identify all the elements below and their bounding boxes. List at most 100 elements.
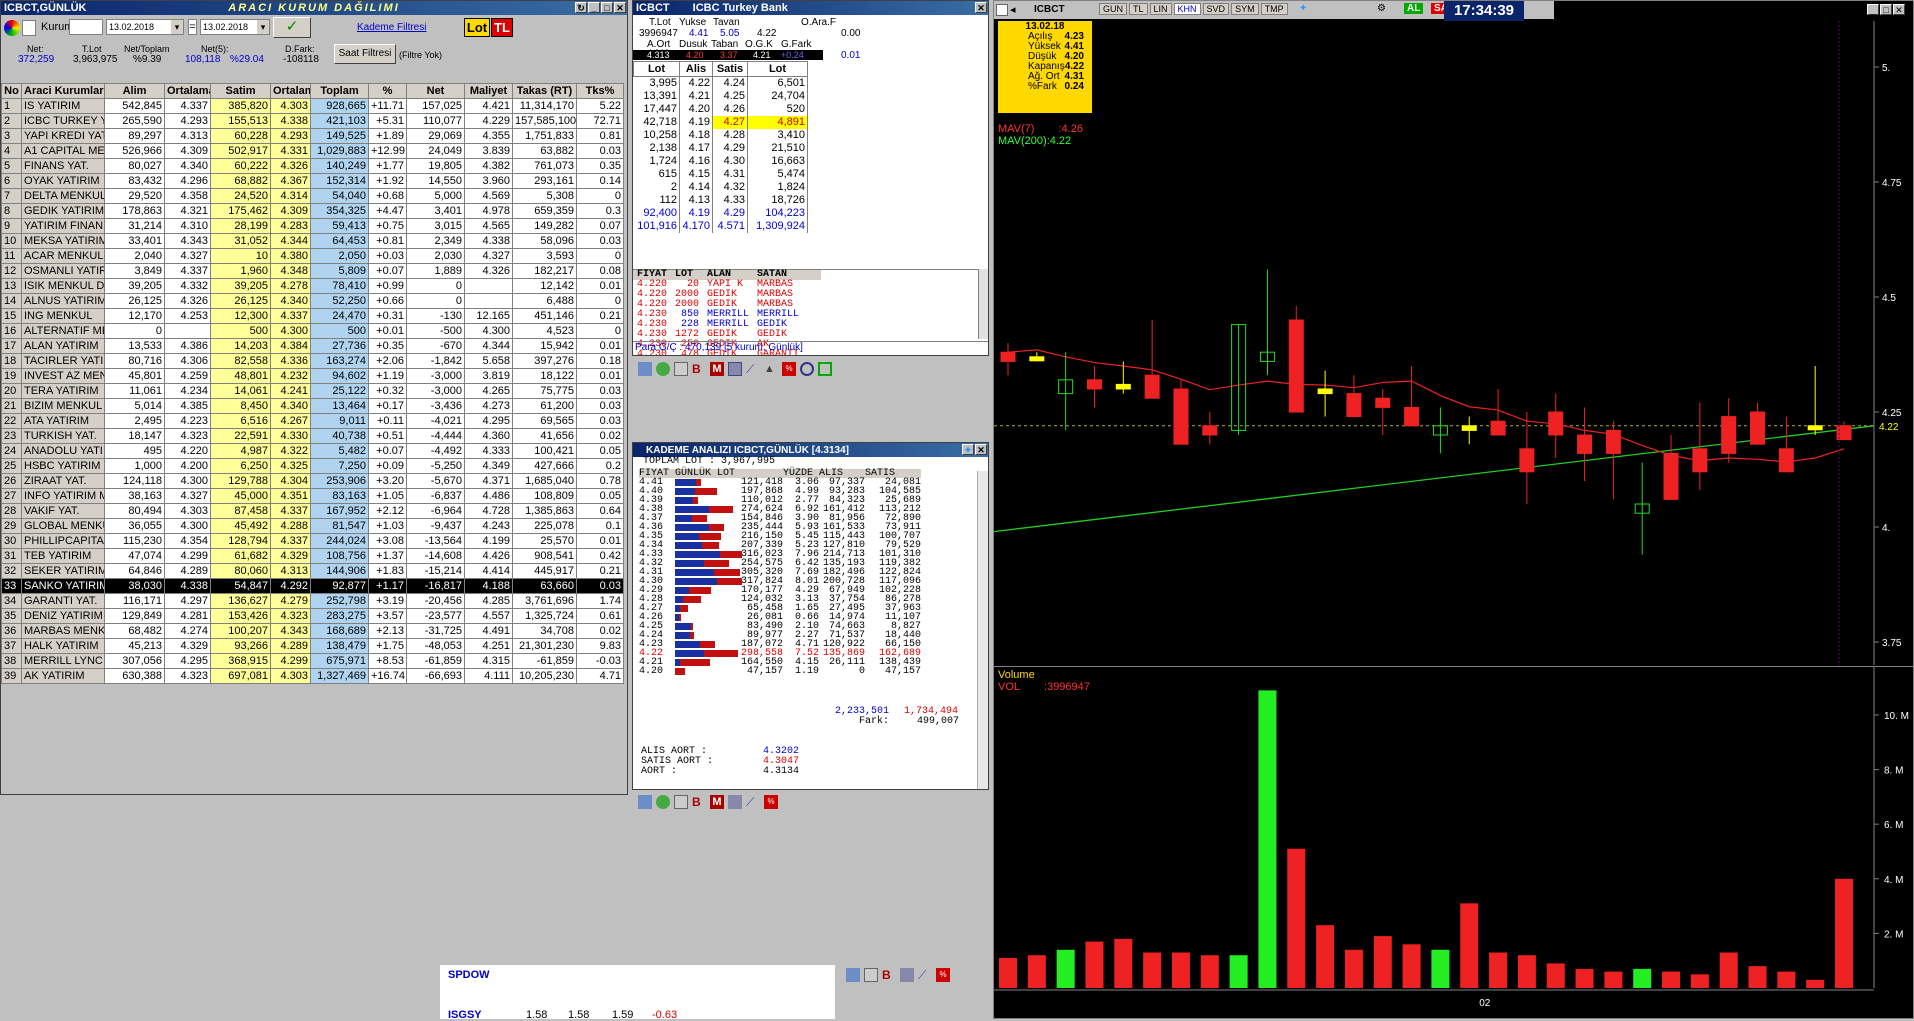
- table-row[interactable]: 17 ALAN YATIRIM 13,533 4.386 14,203 4.384 27,7…: [1, 338, 624, 354]
- percent-icon[interactable]: %: [782, 362, 796, 376]
- apply-button[interactable]: ✓: [273, 17, 311, 38]
- depth-row[interactable]: 112 4.13 4.33 18,726: [633, 194, 808, 207]
- depth-row[interactable]: 92,400 4.19 4.29 104,223: [633, 207, 808, 220]
- ticker-symbol-1[interactable]: SPDOW: [448, 969, 490, 981]
- refresh-icon[interactable]: ↻: [575, 2, 587, 13]
- kademe-filter-link[interactable]: Kademe Filtresi: [357, 22, 426, 33]
- table-row[interactable]: 29GLOBAL MENKUL36,0554.30045,4924.28881,…: [1, 518, 624, 534]
- stack-icon[interactable]: [900, 968, 914, 982]
- table-row[interactable]: 31 TEB YATIRIM 47,074 4.299 61,682 4.329 108,7…: [1, 548, 624, 564]
- broker-window-titlebar[interactable]: ICBCT,GÜNLÜK ARACI KURUM DAĞILIMI ↻ _ □ ✕: [1, 1, 627, 15]
- table-row[interactable]: 21 BIZIM MENKUL 5,014 4.385 8,450 4.340 13,464…: [1, 398, 624, 414]
- minimize-icon[interactable]: _: [588, 2, 600, 13]
- depth-row[interactable]: 17,447 4.20 4.26 520: [633, 103, 808, 116]
- col-header[interactable]: Maliyet: [464, 83, 513, 99]
- saat-filter-button[interactable]: Saat Filtresi: [334, 44, 396, 64]
- stack-icon[interactable]: [728, 362, 742, 376]
- table-row[interactable]: 34 GARANTI YAT. 116,171 4.297 136,627 4.279 25…: [1, 593, 624, 609]
- toolbar-icon-3[interactable]: [674, 362, 688, 376]
- stack-icon[interactable]: [728, 795, 742, 809]
- depth-row[interactable]: 2,138 4.17 4.29 21,510: [633, 142, 808, 155]
- depth-row[interactable]: 3,995 4.22 4.24 6,501: [633, 76, 808, 90]
- table-row[interactable]: 32 SEKER YATIRIM 64,846 4.289 80,060 4.313 144…: [1, 563, 624, 579]
- table-row[interactable]: 28 VAKIF YAT. 80,494 4.303 87,458 4.337 167,95…: [1, 503, 624, 519]
- green-square-icon[interactable]: [818, 362, 832, 376]
- volume-chart[interactable]: 10. M 8. M 6. M 4. M 2. M 02: [994, 666, 1914, 1019]
- table-row[interactable]: 9 YATIRIM FINAN 31,214 4.310 28,199 4.283 59,4…: [1, 218, 624, 234]
- table-row[interactable]: 36 MARBAS MENK 68,482 4.274 100,207 4.343 168,…: [1, 623, 624, 639]
- bold-icon[interactable]: B: [692, 795, 706, 809]
- toolbar-icon-1[interactable]: [638, 795, 652, 809]
- table-row[interactable]: 19 INVEST AZ MEN 45,801 4.259 48,801 4.232 94,…: [1, 368, 624, 384]
- col-header[interactable]: Alim: [104, 83, 165, 99]
- chevron-down-icon[interactable]: ▾: [257, 20, 269, 34]
- table-row[interactable]: 38 MERRILL LYNC 307,056 4.295 368,915 4.299 67…: [1, 653, 624, 669]
- toolbar-icon-3[interactable]: [674, 795, 688, 809]
- m-icon[interactable]: M: [710, 795, 724, 809]
- table-row[interactable]: 37 HALK YATIRIM 45,213 4.329 93,266 4.289 138,…: [1, 638, 624, 654]
- percent-icon[interactable]: %: [764, 795, 778, 809]
- toolbar-icon-1[interactable]: [846, 968, 860, 982]
- price-chart[interactable]: 5. 4.75 4.5 4.25 4. 3.75 4.22: [994, 1, 1914, 666]
- table-row[interactable]: 33 SANKO YATIRIM 38,030 4.338 54,847 4.292 92,…: [1, 578, 624, 594]
- table-row[interactable]: 12 OSMANLI YATIR 3,849 4.337 1,960 4.348 5,809…: [1, 263, 624, 279]
- kademe-row[interactable]: 4.20 47,157 1.19 0 47,157: [639, 667, 979, 677]
- col-header[interactable]: Satim: [210, 83, 271, 99]
- trade-scrollbar[interactable]: [978, 269, 988, 339]
- close-icon[interactable]: ✕: [614, 2, 626, 13]
- table-row[interactable]: 30 PHILLIPCAPITAL 115,230 4.354 128,794 4.337…: [1, 533, 624, 549]
- table-row[interactable]: 25 HSBC YATIRIM 1,000 4.200 6,250 4.325 7,250 +…: [1, 458, 624, 474]
- toolbar-icon-2[interactable]: [656, 362, 670, 376]
- bold-icon[interactable]: B: [692, 362, 706, 376]
- percent-icon[interactable]: %: [936, 968, 950, 982]
- kademe-window-titlebar[interactable]: KADEME ANALIZI ICBCT,GÜNLÜK [4.3134] ✦ ✕: [633, 443, 988, 457]
- bold-icon[interactable]: B: [882, 968, 896, 982]
- depth-window-titlebar[interactable]: ICBCT ICBC Turkey Bank ✕: [633, 1, 988, 15]
- clock-icon[interactable]: [800, 362, 814, 376]
- col-header[interactable]: Araci Kurumlar: [21, 83, 105, 99]
- tl-toggle[interactable]: TL: [491, 18, 513, 37]
- trend-icon[interactable]: ⟋: [918, 968, 932, 982]
- table-row[interactable]: 39 AK YATIRIM 630,388 4.323 697,081 4.303 1,32…: [1, 668, 624, 684]
- window-menu-icon[interactable]: [22, 20, 36, 36]
- trend-icon[interactable]: ⟋: [746, 362, 760, 376]
- kurum-input[interactable]: [69, 19, 103, 35]
- table-row[interactable]: 27 INFO YATIRIM M 38,163 4.327 45,000 4.351 83…: [1, 488, 624, 504]
- table-row[interactable]: 13 ISIK MENKUL D 39,205 4.332 39,205 4.278 78,…: [1, 278, 624, 294]
- table-row[interactable]: 4 A1 CAPITAL ME 526,966 4.309 502,917 4.331 1,…: [1, 143, 624, 159]
- table-row[interactable]: 18 TACIRLER YATI 80,716 4.306 82,558 4.336 163…: [1, 353, 624, 369]
- toolbar-icon-1[interactable]: [638, 362, 652, 376]
- col-header[interactable]: Net: [406, 83, 465, 99]
- depth-row[interactable]: 1,724 4.16 4.30 16,663: [633, 155, 808, 168]
- table-row[interactable]: 14 ALNUS YATIRIM 26,125 4.326 26,125 4.340 52,…: [1, 293, 624, 309]
- table-row[interactable]: 20 TERA YATIRIM 11,061 4.234 14,061 4.241 25,1…: [1, 383, 624, 399]
- twitter-icon[interactable]: ✦: [962, 444, 974, 455]
- col-header[interactable]: Tks%: [576, 83, 624, 99]
- chevron-down-icon[interactable]: ▾: [171, 20, 183, 34]
- table-row[interactable]: 3 YAPI KREDI YAT 89,297 4.313 60,228 4.293 149…: [1, 128, 624, 144]
- depth-row[interactable]: 101,916 4.170 4.571 1,309,924: [633, 220, 808, 233]
- close-icon[interactable]: ✕: [975, 444, 987, 455]
- col-header[interactable]: Toplam: [310, 83, 369, 99]
- close-icon[interactable]: ✕: [975, 2, 987, 13]
- depth-row[interactable]: 2 4.14 4.32 1,824: [633, 181, 808, 194]
- depth-row[interactable]: 13,391 4.21 4.25 24,704: [633, 90, 808, 103]
- table-row[interactable]: 23 TURKISH YAT. 18,147 4.323 22,591 4.330 40,7…: [1, 428, 624, 444]
- table-row[interactable]: 1 IS YATIRIM 542,845 4.337 385,820 4.303 928,6…: [1, 98, 624, 114]
- depth-row[interactable]: 10,258 4.18 4.28 3,410: [633, 129, 808, 142]
- col-header[interactable]: Takas (RT): [512, 83, 577, 99]
- table-row[interactable]: 35 DENIZ YATIRIM 129,849 4.281 153,426 4.323 2…: [1, 608, 624, 624]
- col-header[interactable]: Ortalama: [164, 83, 211, 99]
- depth-row[interactable]: 42,718 4.19 4.27 4,891: [633, 116, 808, 129]
- table-row[interactable]: 8 GEDIK YATIRIM 178,863 4.321 175,462 4.309 35…: [1, 203, 624, 219]
- date-from-select[interactable]: 13.02.2018 ▾: [106, 19, 184, 35]
- toolbar-icon-2[interactable]: [656, 795, 670, 809]
- chart-icon[interactable]: ▲: [764, 362, 778, 376]
- table-row[interactable]: 26 ZIRAAT YAT. 124,118 4.300 129,788 4.304 253…: [1, 473, 624, 489]
- table-row[interactable]: 22 ATA YATIRIM 2,495 4.223 6,516 4.267 9,011 +0…: [1, 413, 624, 429]
- toolbar-icon-3[interactable]: [864, 968, 878, 982]
- date-to-select[interactable]: 13.02.2018 ▾: [200, 19, 270, 35]
- col-header[interactable]: %: [368, 83, 407, 99]
- color-wheel-icon[interactable]: [4, 20, 20, 36]
- table-row[interactable]: 15 ING MENKUL 12,170 4.253 12,300 4.337 24,470…: [1, 308, 624, 324]
